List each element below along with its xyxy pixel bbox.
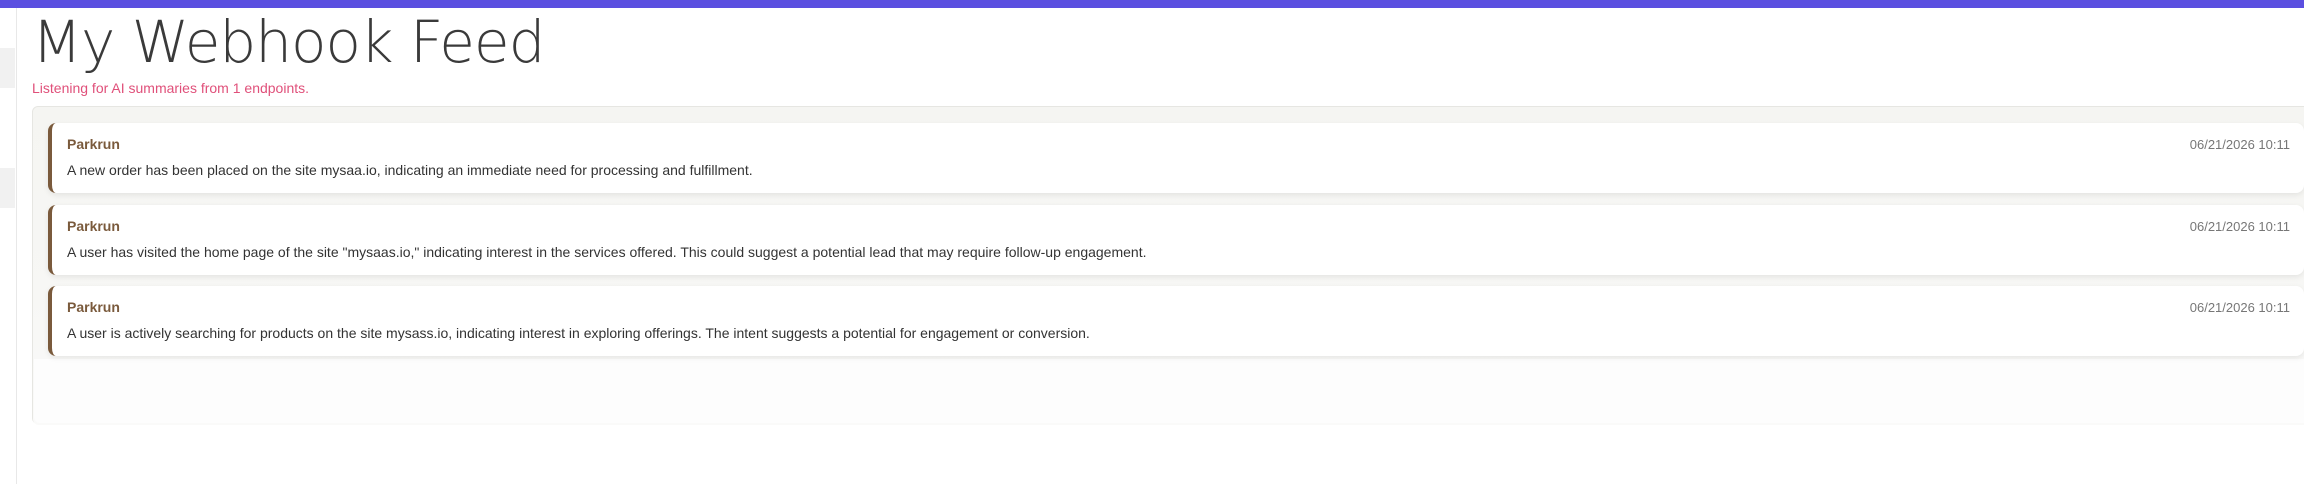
page-subtitle: Listening for AI summaries from 1 endpoi… xyxy=(32,80,310,96)
card-timestamp: 06/21/2026 10:11 xyxy=(2189,137,2290,152)
sidebar-item-indicator[interactable] xyxy=(0,168,15,208)
feed-card[interactable]: Parkrun 06/21/2026 10:11 A user has visi… xyxy=(48,205,2304,275)
card-summary: A user is actively searching for product… xyxy=(67,325,1090,341)
sidebar-rail xyxy=(0,8,17,484)
feed-card[interactable]: Parkrun 06/21/2026 10:11 A user is activ… xyxy=(48,286,2304,356)
card-timestamp: 06/21/2026 10:11 xyxy=(2189,300,2290,315)
card-source: Parkrun xyxy=(67,299,120,315)
card-summary: A new order has been placed on the site … xyxy=(67,162,753,178)
card-timestamp: 06/21/2026 10:11 xyxy=(2189,219,2290,234)
feed-card[interactable]: Parkrun 06/21/2026 10:11 A new order has… xyxy=(48,123,2304,193)
card-source: Parkrun xyxy=(67,136,120,152)
card-source: Parkrun xyxy=(67,218,120,234)
card-summary: A user has visited the home page of the … xyxy=(67,244,1147,260)
feed-panel-footer xyxy=(34,359,2304,423)
page-title: My Webhook Feed xyxy=(32,8,545,76)
sidebar-item-indicator[interactable] xyxy=(0,48,15,88)
